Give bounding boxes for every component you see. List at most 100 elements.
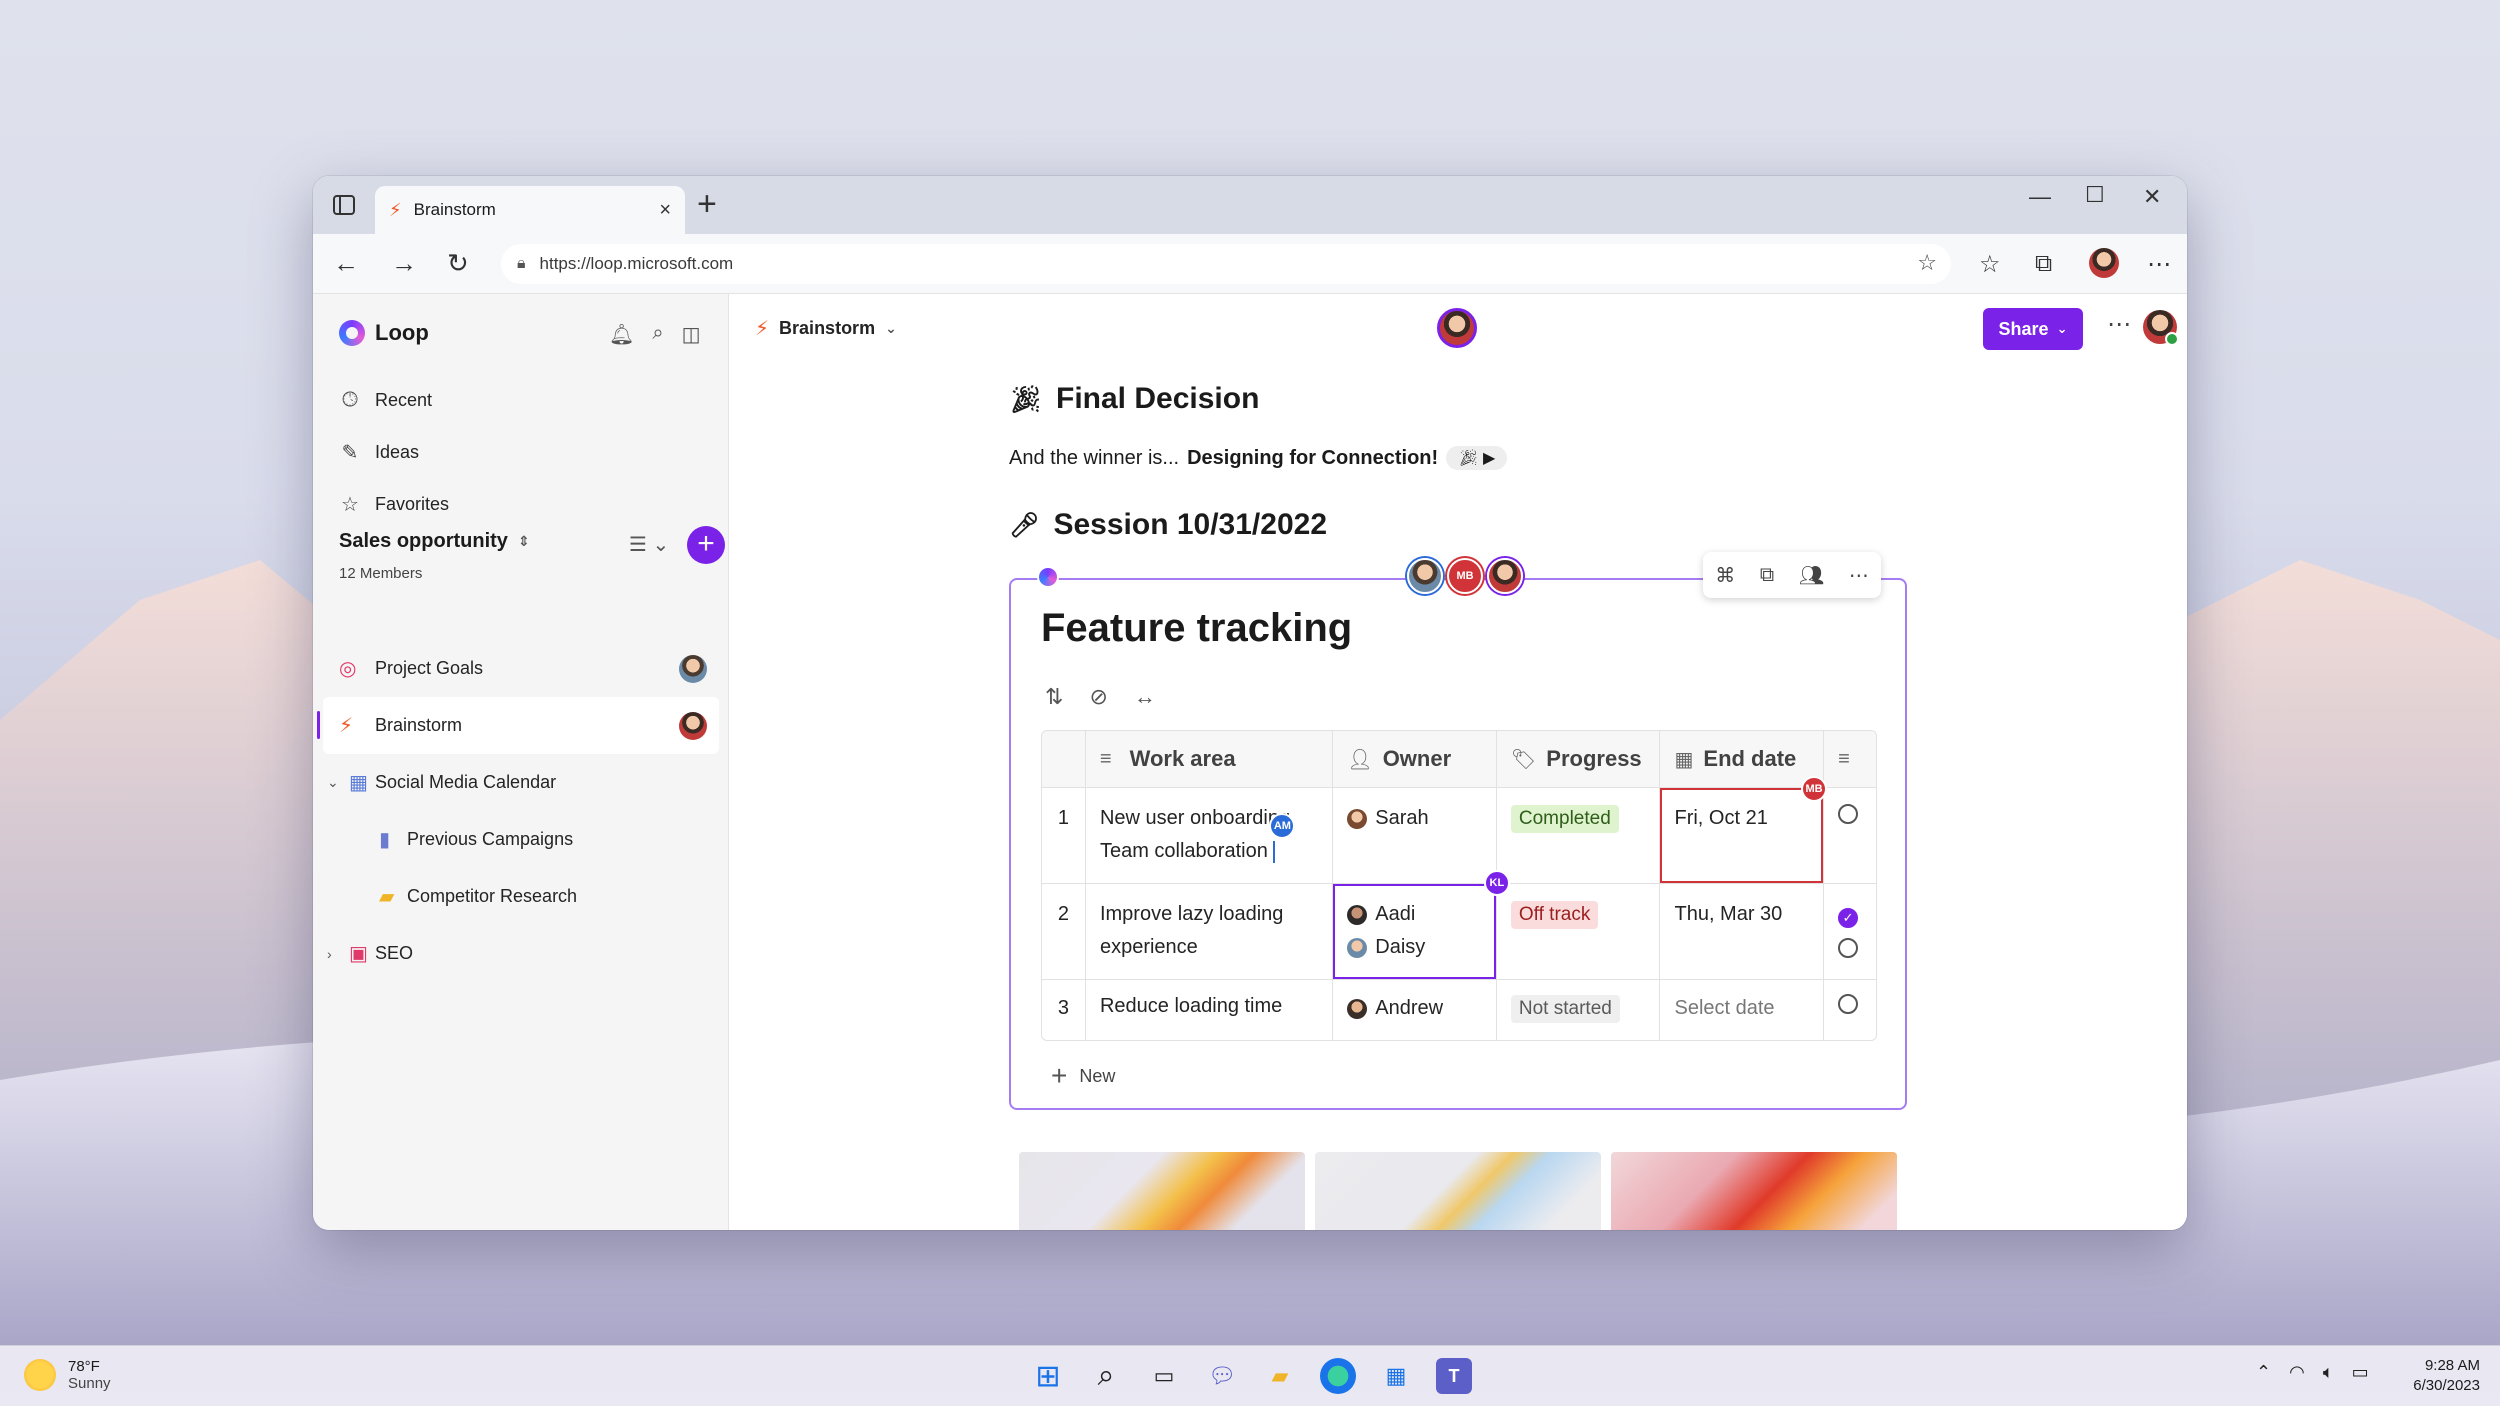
back-icon[interactable]: ←: [333, 248, 359, 278]
column-header-extra[interactable]: ≡: [1824, 731, 1876, 787]
collections-icon[interactable]: ⧉: [2035, 250, 2052, 278]
page-competitor-research[interactable]: ▰ Competitor Research: [323, 868, 719, 925]
user-avatar[interactable]: [2143, 310, 2179, 346]
copy-component-icon[interactable]: ⧉: [1760, 564, 1774, 587]
chevron-right-icon[interactable]: ›: [327, 946, 332, 962]
sidebar-item-recent[interactable]: 🕓︎ Recent: [339, 374, 449, 426]
status-badge: Off track: [1510, 901, 1599, 929]
work-area-cell[interactable]: New user onboarding, Team collaboration …: [1086, 788, 1334, 883]
workspace-members[interactable]: 12 Members: [339, 565, 709, 582]
column-header-end-date[interactable]: ▦ End date: [1660, 731, 1825, 787]
command-icon[interactable]: ⌘: [1715, 563, 1735, 588]
minimize-icon[interactable]: —: [2029, 184, 2051, 210]
sort-menu-icon[interactable]: ☰ ⌄: [629, 532, 669, 557]
owner-chip[interactable]: Sarah: [1347, 802, 1482, 835]
sidebar-item-favorites[interactable]: ☆ Favorites: [339, 478, 449, 530]
close-window-icon[interactable]: ✕: [2143, 184, 2161, 210]
avatar[interactable]: [1487, 558, 1523, 594]
sidebar-item-ideas[interactable]: ✎ Ideas: [339, 426, 449, 478]
chevron-down-icon[interactable]: ⌄: [327, 774, 339, 791]
checkbox-cell[interactable]: [1824, 788, 1876, 883]
end-date-cell[interactable]: Fri, Oct 21 MB: [1660, 776, 1828, 883]
resize-columns-icon[interactable]: ↔: [1134, 684, 1156, 710]
sort-icon[interactable]: ⇅: [1045, 684, 1063, 710]
gallery-image[interactable]: [1019, 1152, 1305, 1230]
owner-chip[interactable]: Aadi: [1347, 898, 1482, 931]
store-icon[interactable]: ▦: [1378, 1358, 1414, 1394]
edge-icon[interactable]: [1320, 1358, 1356, 1394]
column-header-work-area[interactable]: ≡ Work area: [1085, 731, 1334, 787]
teams-icon[interactable]: T: [1436, 1358, 1472, 1394]
page-project-goals[interactable]: ◎ Project Goals: [323, 640, 719, 697]
add-favorite-icon[interactable]: ☆: [1917, 250, 1937, 276]
hide-icon[interactable]: ⊘: [1089, 684, 1107, 710]
checkbox[interactable]: [1838, 938, 1859, 958]
browser-tab-active[interactable]: ⚡ Brainstorm ×: [375, 186, 685, 234]
maximize-icon[interactable]: ☐: [2085, 182, 2105, 208]
file-explorer-icon[interactable]: ▰: [1262, 1358, 1298, 1394]
volume-icon[interactable]: 🔈︎: [2323, 1362, 2334, 1383]
work-area-cell[interactable]: Reduce loading time: [1086, 980, 1334, 1040]
loop-logo[interactable]: Loop: [339, 320, 429, 346]
more-icon[interactable]: ⋯: [2147, 250, 2171, 279]
owner-cell[interactable]: Aadi Daisy KL: [1333, 870, 1510, 979]
avatar[interactable]: MB: [1447, 558, 1483, 594]
chevron-up-icon[interactable]: ⌃: [2256, 1362, 2271, 1383]
gallery-image[interactable]: [1315, 1152, 1601, 1230]
component-title[interactable]: Feature tracking: [1041, 606, 1352, 651]
profile-avatar[interactable]: [2089, 248, 2119, 285]
wifi-icon[interactable]: ◠: [2289, 1362, 2305, 1383]
end-date-cell[interactable]: Select date: [1660, 980, 1825, 1040]
new-tab-button[interactable]: +: [697, 187, 717, 221]
end-date-cell[interactable]: Thu, Mar 30: [1660, 884, 1825, 979]
share-button[interactable]: Share ⌄: [1983, 308, 2083, 350]
battery-icon[interactable]: ▭: [2352, 1362, 2369, 1383]
owner-cell[interactable]: Sarah: [1333, 788, 1497, 883]
collapse-sidebar-icon[interactable]: ◫: [682, 322, 701, 347]
people-icon[interactable]: 👥︎: [1799, 563, 1824, 588]
weather-widget[interactable]: 78°F Sunny: [24, 1358, 111, 1392]
forward-icon[interactable]: →: [391, 248, 417, 278]
add-page-button[interactable]: +: [687, 526, 725, 564]
favorites-icon[interactable]: ☆: [1979, 250, 2001, 279]
page-breadcrumb[interactable]: ⚡ Brainstorm ⌄: [755, 316, 897, 341]
address-bar[interactable]: 🔒︎ https://loop.microsoft.com ☆: [501, 244, 1951, 284]
column-header-owner[interactable]: 👤︎ Owner: [1333, 731, 1497, 787]
owner-cell[interactable]: Andrew: [1333, 980, 1497, 1040]
taskbar-clock[interactable]: 9:28 AM 6/30/2023: [2400, 1356, 2480, 1396]
page-social-media-calendar[interactable]: ⌄ ▦ Social Media Calendar: [323, 754, 719, 811]
search-icon[interactable]: ⌕: [1088, 1358, 1124, 1394]
owner-chip[interactable]: Andrew: [1347, 992, 1482, 1025]
refresh-icon[interactable]: ↻: [447, 248, 469, 278]
bell-icon[interactable]: 🔔︎: [609, 322, 634, 347]
sun-icon: [24, 1359, 56, 1391]
progress-cell[interactable]: Completed: [1497, 788, 1661, 883]
progress-cell[interactable]: Not started: [1497, 980, 1661, 1040]
owner-chip[interactable]: Daisy: [1347, 931, 1482, 964]
page-brainstorm[interactable]: ⚡ Brainstorm: [317, 697, 719, 754]
checkbox[interactable]: [1838, 804, 1859, 824]
checkbox-checked[interactable]: ✓: [1838, 908, 1859, 928]
checkbox-cell[interactable]: ✓: [1824, 884, 1876, 979]
add-row-button[interactable]: + New: [1051, 1060, 1115, 1092]
more-icon[interactable]: ⋯: [1849, 563, 1869, 588]
more-options-icon[interactable]: ⋯: [2107, 310, 2131, 339]
gallery-image[interactable]: [1611, 1152, 1897, 1230]
task-view-icon[interactable]: ▭: [1146, 1358, 1182, 1394]
page-previous-campaigns[interactable]: ▮ Previous Campaigns: [323, 811, 719, 868]
windows-start-icon[interactable]: ⊞: [1030, 1358, 1066, 1394]
avatar[interactable]: [1407, 558, 1443, 594]
chat-icon[interactable]: 💬︎: [1204, 1358, 1240, 1394]
progress-cell[interactable]: Off track: [1497, 884, 1661, 979]
column-header-progress[interactable]: 🏷︎ Progress: [1496, 731, 1661, 787]
checkbox[interactable]: [1838, 994, 1859, 1014]
collaborator-avatar[interactable]: [1437, 308, 1477, 348]
tab-actions-icon[interactable]: [331, 192, 357, 218]
page-seo[interactable]: › ▣ SEO: [323, 925, 719, 982]
checkbox-cell[interactable]: [1824, 980, 1876, 1040]
tab-close-icon[interactable]: ×: [659, 199, 671, 222]
reaction-chip[interactable]: 🎉︎ ▶: [1446, 446, 1508, 470]
work-area-cell[interactable]: Improve lazy loading experience: [1086, 884, 1334, 979]
search-icon[interactable]: ⌕: [652, 322, 663, 347]
loop-component[interactable]: MB ⌘ ⧉ 👥︎ ⋯ Feature tracking ⇅ ⊘ ↔ ≡ Wor…: [1009, 552, 1907, 1110]
